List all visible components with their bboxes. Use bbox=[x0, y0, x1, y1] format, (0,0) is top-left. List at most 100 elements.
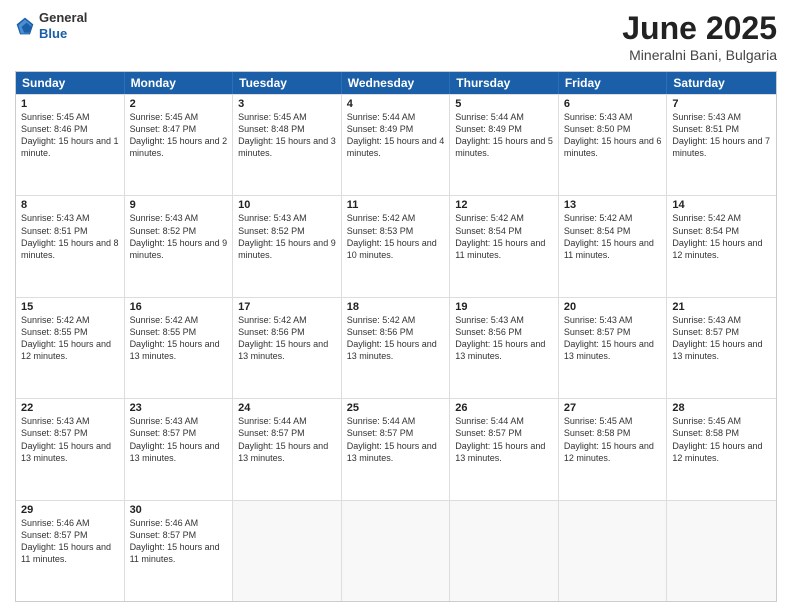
sunrise-label: Sunrise: 5:43 AM bbox=[21, 213, 90, 223]
table-row: 9 Sunrise: 5:43 AM Sunset: 8:52 PM Dayli… bbox=[125, 196, 234, 296]
cell-info: Sunrise: 5:45 AM Sunset: 8:47 PM Dayligh… bbox=[130, 111, 228, 160]
table-row: 6 Sunrise: 5:43 AM Sunset: 8:50 PM Dayli… bbox=[559, 95, 668, 195]
cell-info: Sunrise: 5:44 AM Sunset: 8:49 PM Dayligh… bbox=[455, 111, 553, 160]
daylight-label: Daylight: 15 hours and 3 minutes. bbox=[238, 136, 336, 158]
table-row bbox=[233, 501, 342, 601]
table-row: 22 Sunrise: 5:43 AM Sunset: 8:57 PM Dayl… bbox=[16, 399, 125, 499]
table-row: 19 Sunrise: 5:43 AM Sunset: 8:56 PM Dayl… bbox=[450, 298, 559, 398]
day-number: 20 bbox=[564, 301, 662, 313]
day-number: 1 bbox=[21, 98, 119, 110]
header-thursday: Thursday bbox=[450, 72, 559, 94]
table-row: 3 Sunrise: 5:45 AM Sunset: 8:48 PM Dayli… bbox=[233, 95, 342, 195]
page: General Blue June 2025 Mineralni Bani, B… bbox=[0, 0, 792, 612]
cell-info: Sunrise: 5:42 AM Sunset: 8:53 PM Dayligh… bbox=[347, 212, 445, 261]
sunset-label: Sunset: 8:57 PM bbox=[564, 327, 631, 337]
table-row: 30 Sunrise: 5:46 AM Sunset: 8:57 PM Dayl… bbox=[125, 501, 234, 601]
sunset-label: Sunset: 8:46 PM bbox=[21, 124, 88, 134]
sunrise-label: Sunrise: 5:45 AM bbox=[564, 416, 633, 426]
sunrise-label: Sunrise: 5:45 AM bbox=[672, 416, 741, 426]
calendar-body: 1 Sunrise: 5:45 AM Sunset: 8:46 PM Dayli… bbox=[16, 94, 776, 601]
sunrise-label: Sunrise: 5:43 AM bbox=[564, 112, 633, 122]
cell-info: Sunrise: 5:43 AM Sunset: 8:52 PM Dayligh… bbox=[130, 212, 228, 261]
sunrise-label: Sunrise: 5:42 AM bbox=[564, 213, 633, 223]
sunset-label: Sunset: 8:56 PM bbox=[238, 327, 305, 337]
sunset-label: Sunset: 8:57 PM bbox=[455, 428, 522, 438]
daylight-label: Daylight: 15 hours and 5 minutes. bbox=[455, 136, 553, 158]
sunrise-label: Sunrise: 5:42 AM bbox=[347, 315, 416, 325]
daylight-label: Daylight: 15 hours and 13 minutes. bbox=[238, 441, 328, 463]
title-month: June 2025 bbox=[622, 10, 777, 47]
daylight-label: Daylight: 15 hours and 4 minutes. bbox=[347, 136, 445, 158]
day-number: 2 bbox=[130, 98, 228, 110]
day-number: 3 bbox=[238, 98, 336, 110]
week-row-5: 29 Sunrise: 5:46 AM Sunset: 8:57 PM Dayl… bbox=[16, 500, 776, 601]
day-number: 19 bbox=[455, 301, 553, 313]
cell-info: Sunrise: 5:43 AM Sunset: 8:57 PM Dayligh… bbox=[564, 314, 662, 363]
table-row: 26 Sunrise: 5:44 AM Sunset: 8:57 PM Dayl… bbox=[450, 399, 559, 499]
sunrise-label: Sunrise: 5:42 AM bbox=[455, 213, 524, 223]
cell-info: Sunrise: 5:43 AM Sunset: 8:57 PM Dayligh… bbox=[21, 415, 119, 464]
daylight-label: Daylight: 15 hours and 13 minutes. bbox=[130, 441, 220, 463]
table-row: 12 Sunrise: 5:42 AM Sunset: 8:54 PM Dayl… bbox=[450, 196, 559, 296]
daylight-label: Daylight: 15 hours and 13 minutes. bbox=[347, 441, 437, 463]
cell-info: Sunrise: 5:43 AM Sunset: 8:52 PM Dayligh… bbox=[238, 212, 336, 261]
header-monday: Monday bbox=[125, 72, 234, 94]
daylight-label: Daylight: 15 hours and 6 minutes. bbox=[564, 136, 662, 158]
daylight-label: Daylight: 15 hours and 12 minutes. bbox=[564, 441, 654, 463]
day-number: 26 bbox=[455, 402, 553, 414]
sunrise-label: Sunrise: 5:45 AM bbox=[238, 112, 307, 122]
cell-info: Sunrise: 5:45 AM Sunset: 8:48 PM Dayligh… bbox=[238, 111, 336, 160]
daylight-label: Daylight: 15 hours and 13 minutes. bbox=[455, 339, 545, 361]
cell-info: Sunrise: 5:43 AM Sunset: 8:57 PM Dayligh… bbox=[672, 314, 771, 363]
sunrise-label: Sunrise: 5:43 AM bbox=[130, 416, 199, 426]
table-row: 24 Sunrise: 5:44 AM Sunset: 8:57 PM Dayl… bbox=[233, 399, 342, 499]
cell-info: Sunrise: 5:45 AM Sunset: 8:46 PM Dayligh… bbox=[21, 111, 119, 160]
sunrise-label: Sunrise: 5:42 AM bbox=[130, 315, 199, 325]
day-number: 21 bbox=[672, 301, 771, 313]
table-row: 28 Sunrise: 5:45 AM Sunset: 8:58 PM Dayl… bbox=[667, 399, 776, 499]
table-row: 20 Sunrise: 5:43 AM Sunset: 8:57 PM Dayl… bbox=[559, 298, 668, 398]
title-location: Mineralni Bani, Bulgaria bbox=[622, 47, 777, 63]
table-row: 16 Sunrise: 5:42 AM Sunset: 8:55 PM Dayl… bbox=[125, 298, 234, 398]
sunset-label: Sunset: 8:54 PM bbox=[455, 226, 522, 236]
table-row: 29 Sunrise: 5:46 AM Sunset: 8:57 PM Dayl… bbox=[16, 501, 125, 601]
daylight-label: Daylight: 15 hours and 10 minutes. bbox=[347, 238, 437, 260]
sunset-label: Sunset: 8:56 PM bbox=[455, 327, 522, 337]
day-number: 4 bbox=[347, 98, 445, 110]
cell-info: Sunrise: 5:42 AM Sunset: 8:54 PM Dayligh… bbox=[455, 212, 553, 261]
daylight-label: Daylight: 15 hours and 7 minutes. bbox=[672, 136, 770, 158]
day-number: 13 bbox=[564, 199, 662, 211]
sunset-label: Sunset: 8:49 PM bbox=[347, 124, 414, 134]
sunset-label: Sunset: 8:53 PM bbox=[347, 226, 414, 236]
sunset-label: Sunset: 8:51 PM bbox=[21, 226, 88, 236]
cell-info: Sunrise: 5:42 AM Sunset: 8:55 PM Dayligh… bbox=[21, 314, 119, 363]
cell-info: Sunrise: 5:44 AM Sunset: 8:57 PM Dayligh… bbox=[455, 415, 553, 464]
logo-blue: Blue bbox=[39, 26, 87, 42]
daylight-label: Daylight: 15 hours and 13 minutes. bbox=[238, 339, 328, 361]
table-row: 14 Sunrise: 5:42 AM Sunset: 8:54 PM Dayl… bbox=[667, 196, 776, 296]
sunrise-label: Sunrise: 5:46 AM bbox=[130, 518, 199, 528]
daylight-label: Daylight: 15 hours and 13 minutes. bbox=[455, 441, 545, 463]
sunrise-label: Sunrise: 5:44 AM bbox=[455, 112, 524, 122]
table-row: 2 Sunrise: 5:45 AM Sunset: 8:47 PM Dayli… bbox=[125, 95, 234, 195]
table-row: 4 Sunrise: 5:44 AM Sunset: 8:49 PM Dayli… bbox=[342, 95, 451, 195]
sunrise-label: Sunrise: 5:42 AM bbox=[347, 213, 416, 223]
sunrise-label: Sunrise: 5:43 AM bbox=[455, 315, 524, 325]
sunrise-label: Sunrise: 5:44 AM bbox=[347, 416, 416, 426]
daylight-label: Daylight: 15 hours and 13 minutes. bbox=[21, 441, 111, 463]
cell-info: Sunrise: 5:43 AM Sunset: 8:50 PM Dayligh… bbox=[564, 111, 662, 160]
sunset-label: Sunset: 8:57 PM bbox=[21, 428, 88, 438]
sunset-label: Sunset: 8:57 PM bbox=[238, 428, 305, 438]
table-row: 11 Sunrise: 5:42 AM Sunset: 8:53 PM Dayl… bbox=[342, 196, 451, 296]
title-block: June 2025 Mineralni Bani, Bulgaria bbox=[622, 10, 777, 63]
sunrise-label: Sunrise: 5:43 AM bbox=[672, 315, 741, 325]
sunset-label: Sunset: 8:58 PM bbox=[672, 428, 739, 438]
sunset-label: Sunset: 8:57 PM bbox=[672, 327, 739, 337]
table-row: 27 Sunrise: 5:45 AM Sunset: 8:58 PM Dayl… bbox=[559, 399, 668, 499]
cell-info: Sunrise: 5:45 AM Sunset: 8:58 PM Dayligh… bbox=[672, 415, 771, 464]
calendar: Sunday Monday Tuesday Wednesday Thursday… bbox=[15, 71, 777, 602]
day-number: 28 bbox=[672, 402, 771, 414]
cell-info: Sunrise: 5:44 AM Sunset: 8:57 PM Dayligh… bbox=[238, 415, 336, 464]
cell-info: Sunrise: 5:43 AM Sunset: 8:57 PM Dayligh… bbox=[130, 415, 228, 464]
sunset-label: Sunset: 8:58 PM bbox=[564, 428, 631, 438]
